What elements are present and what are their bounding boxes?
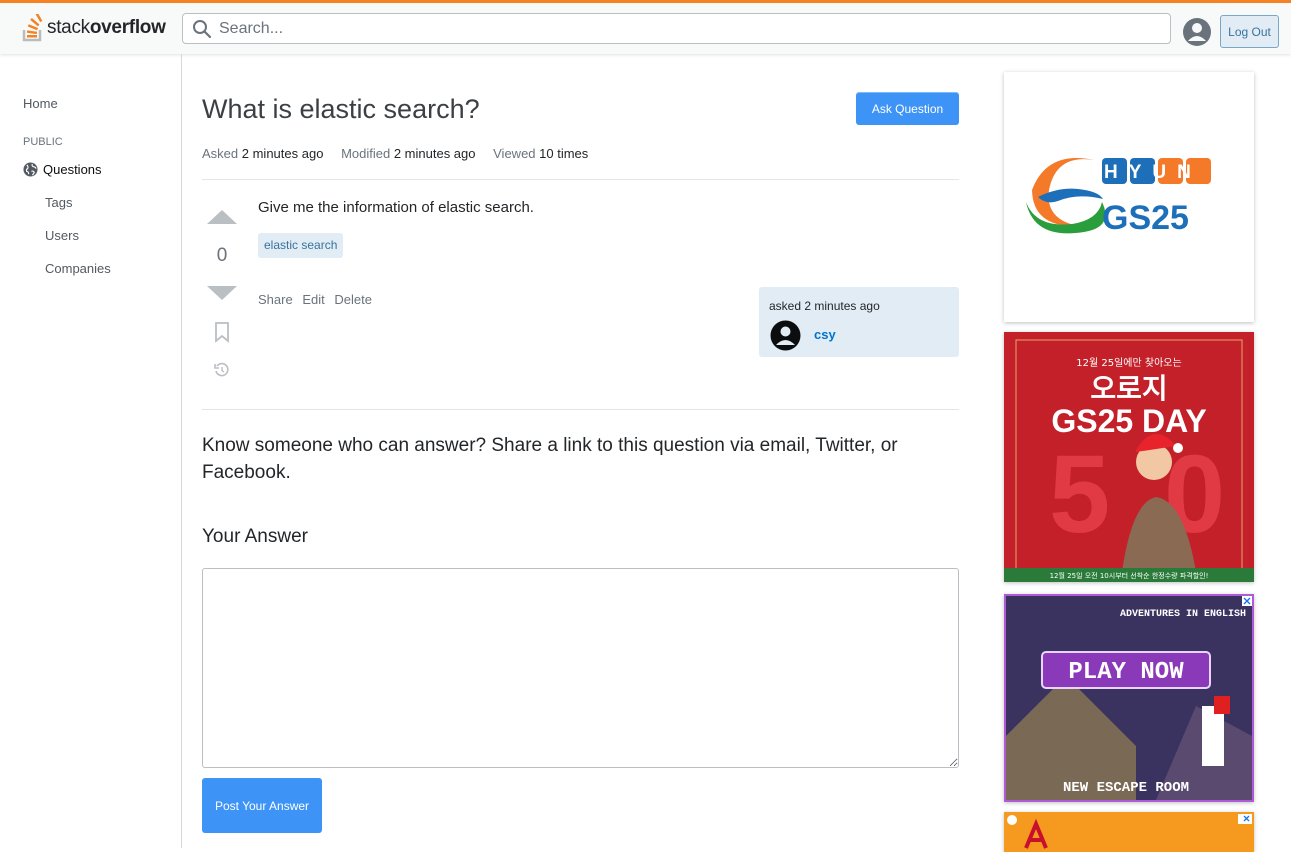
svg-text:GS25: GS25	[1102, 199, 1189, 237]
sidebar-item-companies[interactable]: Companies	[45, 261, 111, 276]
question-body: Give me the information of elastic searc…	[258, 199, 534, 216]
post-answer-button[interactable]: Post Your Answer	[202, 778, 322, 833]
gs25-logo-image: HYUN GS25	[1026, 158, 1211, 237]
search-input[interactable]	[219, 18, 1119, 40]
sidebar-item-home[interactable]: Home	[23, 96, 58, 111]
downvote-icon[interactable]	[206, 284, 238, 302]
gs25-day-banner: 12월 25일에만 찾아오는 오로지 GS25 DAY 5 0 12월 25일 …	[1004, 339, 1254, 582]
share-prompt: Know someone who can answer? Share a lin…	[202, 435, 898, 483]
stack-logo-icon	[22, 14, 43, 42]
search-icon	[192, 19, 212, 44]
owner-asked-time: asked 2 minutes ago	[769, 299, 880, 313]
answer-textarea[interactable]	[202, 568, 959, 768]
ad-gs25-hyun[interactable]: HYUN GS25	[1004, 72, 1254, 322]
modified-value: 2 minutes ago	[393, 146, 476, 161]
ad-gs25-day[interactable]: 12월 25일에만 찾아오는 오로지 GS25 DAY 5 0 12월 25일 …	[1004, 332, 1254, 582]
asked-label: Asked	[202, 146, 239, 161]
share-link[interactable]: Share	[258, 292, 293, 307]
viewed-value: 10 times	[539, 146, 589, 161]
svg-text:NEW ESCAPE ROOM: NEW ESCAPE ROOM	[1063, 780, 1189, 796]
tag-elastic-search[interactable]: elastic search	[258, 233, 344, 258]
adventures-banner: ADVENTURES IN ENGLISH PLAY NOW NEW ESCAP…	[1006, 596, 1252, 800]
top-bar: stackoverflow Log Out	[0, 0, 1291, 54]
owner-card: asked 2 minutes ago csy	[759, 287, 959, 357]
bookmark-icon[interactable]	[213, 321, 231, 343]
history-icon[interactable]	[213, 361, 231, 379]
upvote-icon[interactable]	[206, 208, 238, 226]
svg-text:ADVENTURES IN ENGLISH: ADVENTURES IN ENGLISH	[1120, 609, 1246, 620]
svg-text:HYUN: HYUN	[1104, 162, 1202, 183]
vote-count: 0	[216, 245, 228, 266]
owner-avatar-icon[interactable]	[770, 320, 801, 356]
sidebar-item-label: Questions	[43, 162, 102, 177]
delete-link[interactable]: Delete	[334, 292, 372, 307]
ad-orange-banner[interactable]	[1004, 812, 1254, 852]
ask-question-button[interactable]: Ask Question	[856, 92, 959, 125]
search-bar[interactable]	[182, 13, 1171, 44]
svg-text:PLAY NOW: PLAY NOW	[1068, 659, 1184, 686]
svg-text:12월 25일 오전 10시부터 선착순 한정수량 파격할인: 12월 25일 오전 10시부터 선착순 한정수량 파격할인!	[1050, 571, 1209, 580]
svg-text:5: 5	[1049, 433, 1110, 556]
divider	[202, 179, 959, 180]
modified-label: Modified	[341, 146, 391, 161]
left-sidebar: Home PUBLIC Questions Tags Users Compani…	[0, 54, 182, 848]
post-actions: Share Edit Delete	[258, 292, 378, 307]
logout-button[interactable]: Log Out	[1220, 15, 1279, 48]
user-avatar-icon[interactable]	[1182, 17, 1212, 52]
sidebar-item-users[interactable]: Users	[45, 228, 79, 243]
owner-name-link[interactable]: csy	[814, 327, 836, 342]
your-answer-heading: Your Answer	[202, 526, 308, 547]
stackoverflow-logo[interactable]: stackoverflow	[22, 13, 166, 43]
edit-link[interactable]: Edit	[302, 292, 324, 307]
svg-text:12월 25일에만 찾아오는: 12월 25일에만 찾아오는	[1076, 357, 1181, 369]
adobe-banner	[1004, 812, 1254, 852]
sidebar-item-questions[interactable]: Questions	[23, 162, 102, 177]
asked-value: 2 minutes ago	[241, 146, 324, 161]
logo-text: stackoverflow	[47, 17, 166, 38]
sidebar-section-public: PUBLIC	[23, 136, 63, 148]
globe-icon	[23, 162, 38, 177]
ad-adventures-in-english[interactable]: ADVENTURES IN ENGLISH PLAY NOW NEW ESCAP…	[1004, 594, 1254, 802]
viewed-label: Viewed	[493, 146, 536, 161]
svg-text:오로지: 오로지	[1090, 372, 1167, 405]
question-title[interactable]: What is elastic search?	[202, 94, 480, 125]
question-meta: Asked 2 minutes ago Modified 2 minutes a…	[202, 146, 602, 161]
sidebar-item-tags[interactable]: Tags	[45, 195, 72, 210]
divider	[202, 409, 959, 410]
